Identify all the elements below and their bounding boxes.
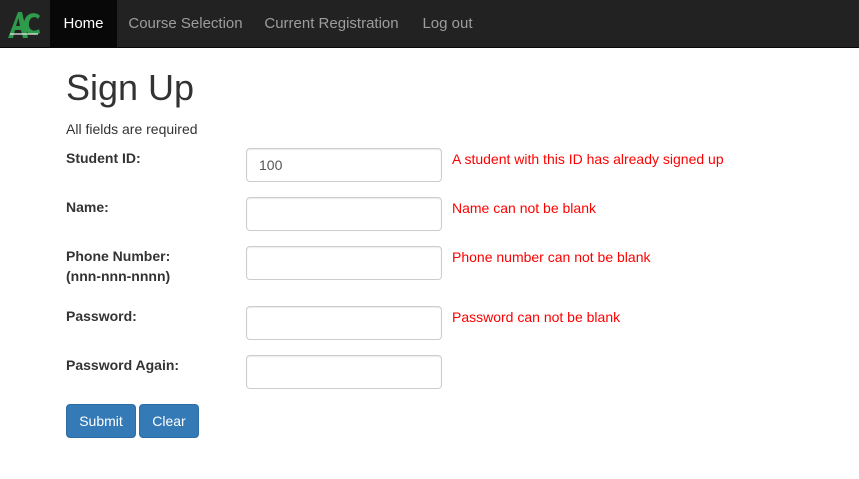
submit-button[interactable]: Submit <box>66 404 136 438</box>
password-again-input[interactable] <box>246 355 442 389</box>
password-label: Password: <box>66 308 137 324</box>
student-id-input[interactable] <box>246 148 442 182</box>
student-id-error: A student with this ID has already signe… <box>452 151 724 167</box>
clear-button[interactable]: Clear <box>139 404 199 438</box>
required-note: All fields are required <box>66 121 198 137</box>
password-again-label: Password Again: <box>66 357 180 373</box>
password-error: Password can not be blank <box>452 309 621 325</box>
phone-format-hint: (nnn-nnn-nnnn) <box>66 268 171 284</box>
ac-logo-icon[interactable] <box>6 8 42 40</box>
phone-input[interactable] <box>246 246 442 280</box>
nav-log-out[interactable]: Log out <box>409 0 486 48</box>
nav-current-registration[interactable]: Current Registration <box>254 0 409 48</box>
nav-home[interactable]: Home <box>50 0 117 48</box>
name-input[interactable] <box>246 197 442 231</box>
password-input[interactable] <box>246 306 442 340</box>
name-label: Name: <box>66 199 109 215</box>
name-error: Name can not be blank <box>452 200 596 216</box>
student-id-label: Student ID: <box>66 150 141 166</box>
phone-label: Phone Number: <box>66 248 171 264</box>
nav-course-selection[interactable]: Course Selection <box>117 0 254 48</box>
page-title: Sign Up <box>66 67 195 108</box>
phone-error: Phone number can not be blank <box>452 249 651 265</box>
top-navbar: Home Course Selection Current Registrati… <box>0 0 859 48</box>
